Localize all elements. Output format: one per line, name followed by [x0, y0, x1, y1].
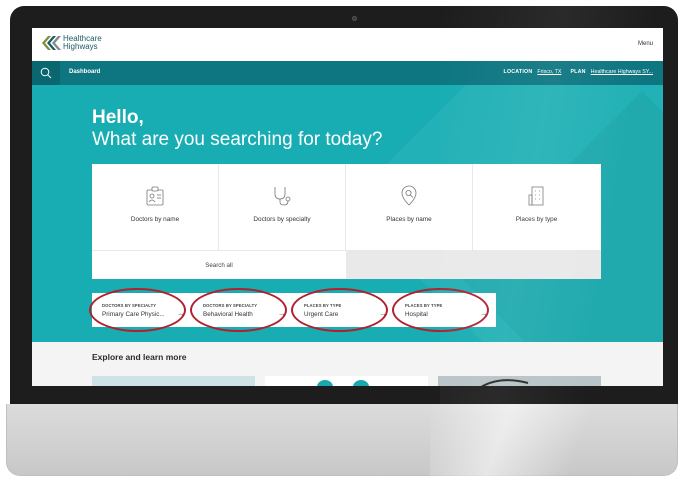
highlight-circle: [392, 288, 489, 332]
explore-heading: Explore and learn more: [92, 352, 187, 362]
logo-text: Healthcare Highways: [63, 35, 102, 51]
recent-search-chip[interactable]: PLACES BY TYPE Urgent Care →: [291, 288, 395, 332]
recent-search-chip[interactable]: DOCTORS BY SPECIALTY Behavioral Health →: [190, 288, 294, 332]
chip-category: DOCTORS BY SPECIALTY: [203, 303, 258, 308]
menu-button[interactable]: Menu: [638, 41, 653, 47]
stethoscope-photo-image: [480, 379, 529, 386]
arrow-right-icon: →: [480, 309, 488, 318]
search-button[interactable]: [32, 61, 60, 85]
search-options-panel: Doctors by name Doctors by specialty Pla…: [92, 164, 601, 279]
greeting-heading: Hello,: [92, 107, 144, 128]
chip-value: Urgent Care: [304, 311, 339, 318]
highlight-circle: [89, 288, 186, 332]
explore-card-image[interactable]: [438, 376, 601, 386]
panel-filler: [346, 250, 601, 279]
search-card-doctors-by-name[interactable]: Doctors by name: [92, 164, 219, 250]
highlight-circle: [291, 288, 388, 332]
search-card-doctors-by-specialty[interactable]: Doctors by specialty: [219, 164, 346, 250]
card-label: Places by type: [515, 216, 558, 223]
explore-card-image[interactable]: [265, 376, 428, 386]
hero-section: Hello, What are you searching for today?…: [32, 85, 663, 342]
location-link[interactable]: Frisco, TX: [537, 69, 561, 75]
explore-card-image[interactable]: [92, 376, 255, 386]
top-bar: Healthcare Highways Menu: [32, 28, 663, 61]
search-all-button[interactable]: Search all: [92, 250, 346, 279]
camera-dot: [352, 16, 357, 21]
chip-category: PLACES BY TYPE: [304, 303, 342, 308]
card-label: Places by name: [386, 216, 432, 223]
location-search-icon: [401, 185, 417, 206]
teal-pills-image: [317, 380, 369, 386]
highlight-circle: [190, 288, 287, 332]
logo-line-2: Highways: [63, 42, 98, 51]
recent-search-chip[interactable]: PLACES BY TYPE Hospital →: [392, 288, 496, 332]
page-title: Dashboard: [69, 69, 101, 75]
chip-category: DOCTORS BY SPECIALTY: [102, 303, 157, 308]
chip-value: Hospital: [405, 311, 428, 318]
chip-value: Behavioral Health: [203, 311, 253, 318]
logo-arrows-icon: [42, 36, 61, 50]
nav-context: LOCATION Frisco, TX PLAN Healthcare High…: [504, 69, 653, 75]
building-icon: [528, 186, 543, 206]
plan-label: PLAN: [570, 69, 586, 75]
plan-link[interactable]: Healthcare Highways SY...: [591, 69, 653, 75]
search-card-places-by-name[interactable]: Places by name: [346, 164, 473, 250]
recent-searches: DOCTORS BY SPECIALTY Primary Care Physic…: [89, 288, 496, 332]
screen: Healthcare Highways Menu Dashboard LOCAT…: [32, 28, 663, 386]
card-label: Doctors by specialty: [253, 216, 311, 223]
search-question-heading: What are you searching for today?: [92, 129, 383, 150]
healthcare-highways-logo[interactable]: Healthcare Highways: [39, 34, 102, 52]
location-label: LOCATION: [503, 69, 533, 75]
search-card-places-by-type[interactable]: Places by type: [473, 164, 600, 250]
nav-bar: Dashboard LOCATION Frisco, TX PLAN Healt…: [32, 61, 663, 85]
card-label: Doctors by name: [130, 216, 180, 223]
search-icon: [40, 67, 52, 79]
arrow-right-icon: →: [379, 309, 387, 318]
stethoscope-icon: [274, 187, 291, 206]
explore-section: Explore and learn more: [32, 342, 663, 386]
arrow-right-icon: →: [177, 309, 185, 318]
arrow-right-icon: →: [278, 309, 286, 318]
chip-value: Primary Care Physic...: [102, 311, 165, 318]
chin-reflection: [430, 404, 678, 476]
chip-category: PLACES BY TYPE: [405, 303, 443, 308]
recent-search-chip[interactable]: DOCTORS BY SPECIALTY Primary Care Physic…: [89, 288, 193, 332]
doctor-badge-icon: [146, 186, 164, 206]
